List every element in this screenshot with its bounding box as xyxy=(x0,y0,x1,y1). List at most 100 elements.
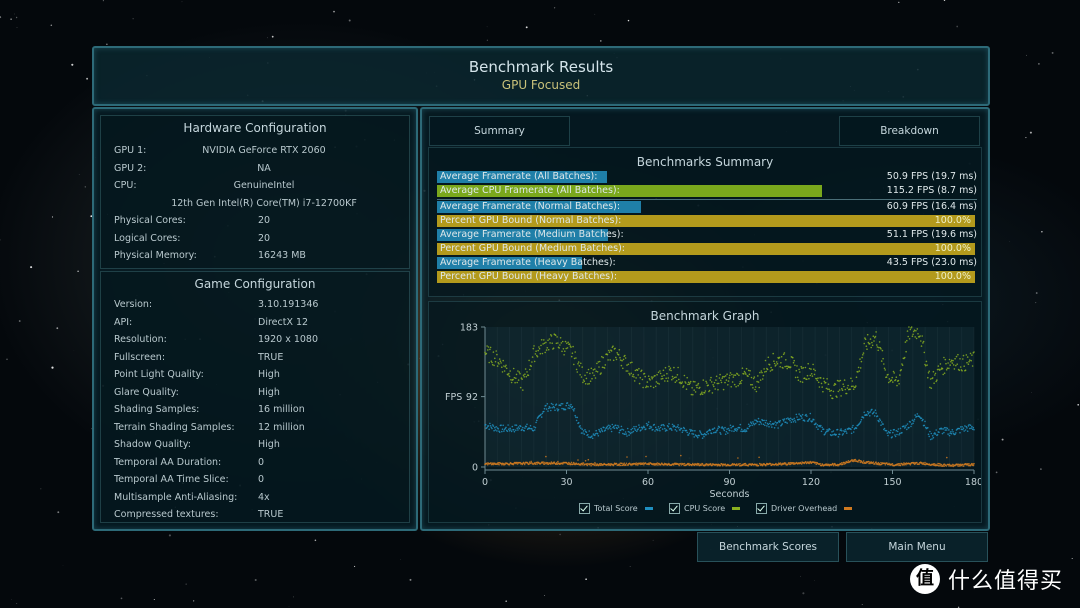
driver-overhead-point xyxy=(744,462,747,465)
total-score-point xyxy=(610,428,612,430)
cpu-score-point xyxy=(546,347,549,349)
total-score-point xyxy=(832,430,835,432)
cpu-score-point xyxy=(910,326,913,328)
cpu-score-point xyxy=(531,356,534,358)
cpu-score-point xyxy=(668,365,670,368)
total-score-point xyxy=(816,424,819,426)
total-score-point xyxy=(716,429,719,431)
checkbox-driver-overhead[interactable] xyxy=(756,503,767,514)
total-score-point xyxy=(566,402,569,404)
total-score-point xyxy=(875,412,877,414)
cpu-score-point xyxy=(486,345,488,347)
cpu-score-point xyxy=(973,351,975,353)
cpu-score-point xyxy=(559,337,562,339)
legend-driver-overhead[interactable]: Driver Overhead xyxy=(756,503,853,514)
driver-overhead-point xyxy=(946,456,948,459)
cpu-score-point xyxy=(801,367,803,369)
cpu-score-point xyxy=(566,347,569,349)
cpu-score-point xyxy=(971,365,974,367)
total-score-point xyxy=(899,432,901,435)
total-score-point xyxy=(484,423,487,426)
game-row-label: Temporal AA Time Slice: xyxy=(114,474,229,485)
game-row-value: High xyxy=(258,386,280,398)
total-score-point xyxy=(841,429,843,432)
total-score-point xyxy=(962,427,965,429)
cpu-score-point xyxy=(656,373,658,376)
total-score-point xyxy=(679,429,681,431)
total-score-point xyxy=(488,428,490,431)
cpu-score-point xyxy=(747,369,750,372)
driver-overhead-point xyxy=(546,461,549,464)
cpu-score-point xyxy=(633,380,636,382)
driver-overhead-point xyxy=(530,460,532,463)
total-score-point xyxy=(764,424,766,427)
checkbox-total-score[interactable] xyxy=(579,503,590,514)
driver-overhead-point xyxy=(679,462,682,465)
cpu-score-point xyxy=(713,381,716,384)
legend-total-score[interactable]: Total Score xyxy=(579,503,653,514)
driver-overhead-point xyxy=(557,460,559,463)
total-score-point xyxy=(691,433,693,435)
driver-overhead-point xyxy=(943,465,945,467)
cpu-score-point xyxy=(519,386,522,389)
cpu-score-point xyxy=(806,378,808,381)
cpu-score-point xyxy=(704,390,707,392)
cpu-score-point xyxy=(966,361,968,364)
cpu-score-point xyxy=(669,367,672,369)
total-score-point xyxy=(773,427,776,429)
cpu-score-point xyxy=(538,346,540,348)
total-score-point xyxy=(634,429,637,431)
cpu-score-point xyxy=(527,374,530,377)
cpu-score-point xyxy=(750,383,752,386)
x-tick-label: 150 xyxy=(883,477,901,488)
total-score-point xyxy=(768,422,771,425)
tab-summary[interactable]: Summary xyxy=(429,116,570,146)
cpu-score-point xyxy=(954,357,956,360)
star xyxy=(1035,302,1037,304)
cpu-score-point xyxy=(701,391,703,393)
star xyxy=(0,16,2,19)
total-score-point xyxy=(915,415,918,418)
cpu-score-point xyxy=(752,387,754,389)
cpu-score-point xyxy=(547,339,549,342)
cpu-score-point xyxy=(857,366,860,369)
cpu-score-point xyxy=(905,350,907,353)
main-menu-button[interactable]: Main Menu xyxy=(846,532,988,562)
total-score-point xyxy=(508,428,510,430)
cpu-score-point xyxy=(505,367,508,370)
total-score-point xyxy=(799,418,801,421)
driver-overhead-point xyxy=(586,464,589,467)
total-score-point xyxy=(630,428,632,431)
cpu-score-point xyxy=(754,386,757,388)
star xyxy=(1041,231,1043,233)
total-score-point xyxy=(809,412,812,415)
total-score-point xyxy=(897,428,900,430)
cpu-score-point xyxy=(687,383,689,386)
game-row-value: 16 million xyxy=(258,404,305,415)
cpu-score-point xyxy=(509,370,511,372)
cpu-score-point xyxy=(745,367,748,370)
total-score-point xyxy=(751,424,753,427)
checkbox-cpu-score[interactable] xyxy=(669,503,680,514)
legend-cpu-score[interactable]: CPU Score xyxy=(669,503,741,514)
cpu-score-point xyxy=(666,372,668,375)
hw-row-value: NA xyxy=(257,162,271,174)
total-score-point xyxy=(582,430,585,432)
cpu-score-point xyxy=(524,373,526,375)
star xyxy=(898,1,900,4)
watermark-logo-icon: 值 xyxy=(910,564,940,594)
total-score-point xyxy=(581,428,583,430)
star xyxy=(78,174,80,175)
game-row-label: Shadow Quality: xyxy=(114,439,191,450)
star xyxy=(599,40,602,42)
tab-breakdown[interactable]: Breakdown xyxy=(839,116,980,146)
cpu-score-point xyxy=(922,340,925,343)
cpu-score-point xyxy=(661,375,663,377)
driver-overhead-point xyxy=(736,463,738,465)
total-score-point xyxy=(667,425,670,428)
cpu-score-point xyxy=(641,378,644,381)
cpu-score-point xyxy=(796,365,798,367)
benchmark-scores-button[interactable]: Benchmark Scores xyxy=(697,532,839,562)
cpu-score-point xyxy=(507,374,509,376)
total-score-point xyxy=(793,417,795,420)
